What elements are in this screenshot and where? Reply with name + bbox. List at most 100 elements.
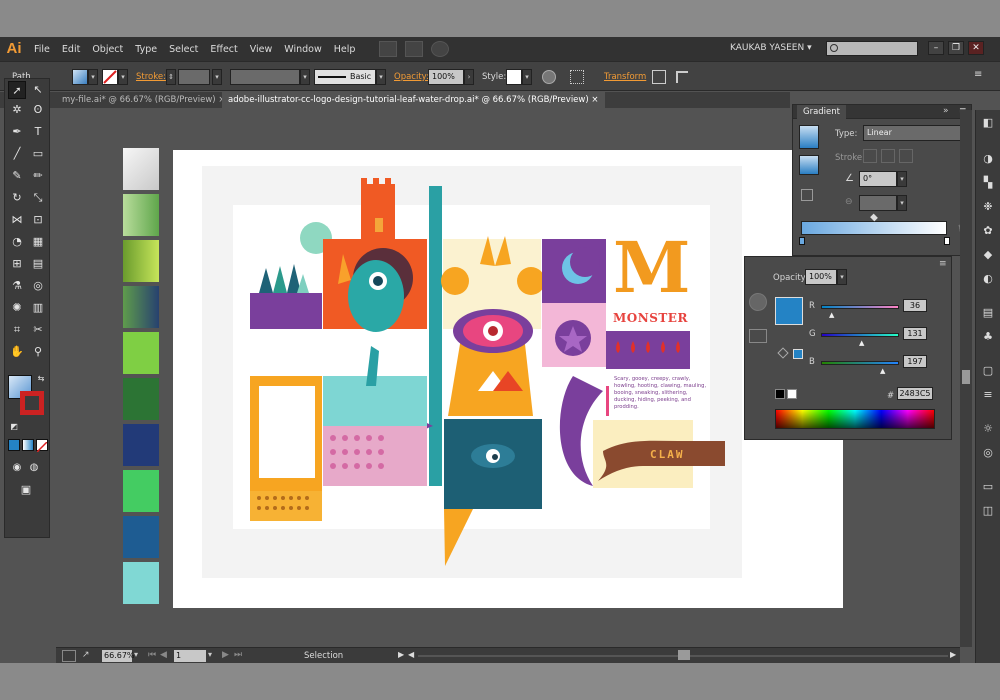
bridge-icon[interactable] <box>379 41 398 57</box>
control-bar-menu-icon[interactable]: ≡ <box>974 69 984 83</box>
stroke-weight-field[interactable] <box>178 69 210 85</box>
artboard-dropdown[interactable]: ▾ <box>208 650 212 659</box>
blend-tool-icon[interactable]: ◎ <box>29 277 47 295</box>
gradient-mode-icon[interactable] <box>22 439 34 451</box>
brushes-panel-icon[interactable]: ❉ <box>981 200 995 214</box>
align-panel-icon[interactable]: ▤ <box>981 306 995 320</box>
graphic-style-swatch[interactable] <box>506 69 522 85</box>
menu-view[interactable]: View <box>244 44 279 55</box>
menu-type[interactable]: Type <box>129 44 163 55</box>
menu-effect[interactable]: Effect <box>204 44 243 55</box>
swap-colors-icon[interactable]: ⇆ <box>35 373 47 385</box>
last-artboard-icon[interactable]: ⏭ <box>234 650 242 660</box>
opacity-label-link[interactable]: Opacity: <box>394 72 429 82</box>
lasso-tool-icon[interactable]: ʘ <box>29 101 47 119</box>
color-guide-panel-icon[interactable]: ◑ <box>981 152 995 166</box>
gradient-swatch-9[interactable] <box>123 516 159 558</box>
green-slider-thumb[interactable]: ▲ <box>859 339 864 347</box>
gradient-swatch-3[interactable] <box>123 240 159 282</box>
gradient-swatch-6[interactable] <box>123 378 159 420</box>
search-input[interactable] <box>826 41 918 56</box>
fill-stroke-toggle[interactable] <box>799 155 819 175</box>
gradient-type-select[interactable]: Linear <box>863 125 967 141</box>
column-graph-tool-icon[interactable]: ▥ <box>29 299 47 317</box>
graphic-styles-panel-icon[interactable]: ☼ <box>981 422 995 436</box>
close-icon[interactable]: × <box>591 95 598 105</box>
color-mode-icon[interactable] <box>8 439 20 451</box>
mesh-tool-icon[interactable]: ⊞ <box>8 255 26 273</box>
shape-builder-tool-icon[interactable]: ◔ <box>8 233 26 251</box>
stroke-panel-icon[interactable]: ≡ <box>981 388 995 402</box>
symbol-sprayer-tool-icon[interactable]: ✺ <box>8 299 26 317</box>
stroke-across-icon[interactable] <box>899 149 913 163</box>
stroke-weight-dropdown[interactable]: ▾ <box>212 69 222 85</box>
vertical-scroll-thumb[interactable] <box>962 370 970 384</box>
stroke-within-icon[interactable] <box>863 149 877 163</box>
stroke-label-link[interactable]: Stroke: <box>136 72 166 82</box>
previous-artboard-icon[interactable]: ◀ <box>160 650 167 660</box>
menu-help[interactable]: Help <box>328 44 362 55</box>
gradient-swatch-7[interactable] <box>123 424 159 466</box>
white-swatch[interactable] <box>787 389 797 399</box>
paintbrush-tool-icon[interactable]: ✎ <box>8 167 26 185</box>
scale-tool-icon[interactable]: ⤡ <box>29 189 47 207</box>
arrange-documents-icon[interactable] <box>405 41 424 57</box>
artboard-tool-icon[interactable]: ⌗ <box>8 321 26 339</box>
free-transform-tool-icon[interactable]: ⊡ <box>29 211 47 229</box>
transform-panel-icon[interactable]: ▢ <box>981 364 995 378</box>
screen-mode-icon[interactable]: ▣ <box>17 481 35 499</box>
slice-tool-icon[interactable]: ✂ <box>29 321 47 339</box>
color-guide-icon[interactable] <box>749 329 767 343</box>
links-panel-icon[interactable]: ▭ <box>981 480 995 494</box>
first-artboard-icon[interactable]: ⏮ <box>148 650 156 660</box>
draw-behind-icon[interactable]: ◍ <box>25 459 43 477</box>
none-mode-icon[interactable] <box>36 439 48 453</box>
stroke-color-box[interactable] <box>20 391 44 415</box>
scroll-left-arrow[interactable]: ◀ <box>408 650 414 659</box>
panel-menu-icon[interactable] <box>676 71 688 83</box>
stop-opacity-dropdown[interactable]: ▾ <box>837 269 847 285</box>
pen-tool-icon[interactable]: ✒ <box>8 123 26 141</box>
black-swatch[interactable] <box>775 389 785 399</box>
gradient-swatch-1[interactable] <box>123 148 159 190</box>
blue-slider[interactable] <box>821 361 899 365</box>
red-slider[interactable] <box>821 305 899 309</box>
pathfinder-panel-icon[interactable]: ♣ <box>981 330 995 344</box>
angle-field[interactable]: 0° <box>859 171 897 187</box>
menu-window[interactable]: Window <box>278 44 327 55</box>
artboard-navigation-icon[interactable] <box>62 650 76 662</box>
stroke-weight-stepper[interactable]: ⇕ <box>166 69 176 85</box>
fill-swatch[interactable] <box>72 69 88 85</box>
panel-menu-icon[interactable]: ≡ <box>939 259 947 269</box>
gradient-slider[interactable] <box>801 221 947 235</box>
symbols-panel-icon[interactable]: ✿ <box>981 224 995 238</box>
selection-tool-icon[interactable]: ➚ <box>8 81 26 99</box>
zoom-tool-icon[interactable]: ⚲ <box>29 343 47 361</box>
hex-value-field[interactable]: 2483C5 <box>897 387 933 400</box>
green-value-field[interactable]: 131 <box>903 327 927 340</box>
web-safe-swatch[interactable] <box>793 349 803 359</box>
next-artboard-icon[interactable]: ▶ <box>222 650 229 660</box>
line-tool-icon[interactable]: ╱ <box>8 145 26 163</box>
width-profile-dropdown[interactable]: ▾ <box>300 69 310 85</box>
align-icon[interactable] <box>570 70 584 84</box>
brush-definition[interactable]: Basic <box>314 69 376 85</box>
stroke-swatch[interactable] <box>102 69 118 85</box>
menu-select[interactable]: Select <box>163 44 204 55</box>
zoom-level-field[interactable]: 66.67% <box>102 650 135 662</box>
width-tool-icon[interactable]: ⋈ <box>8 211 26 229</box>
share-icon[interactable]: ↗ <box>82 650 96 662</box>
gradient-preview[interactable] <box>799 125 819 149</box>
stroke-along-icon[interactable] <box>881 149 895 163</box>
red-value-field[interactable]: 36 <box>903 299 927 312</box>
swatches-panel-icon[interactable]: ▚ <box>981 176 995 190</box>
opacity-field[interactable]: 100% <box>428 69 464 85</box>
rectangle-tool-icon[interactable]: ▭ <box>29 145 47 163</box>
default-colors-icon[interactable]: ◩ <box>8 421 20 433</box>
close-button[interactable]: ✕ <box>968 41 984 55</box>
out-of-gamut-icon[interactable] <box>777 347 789 359</box>
gradient-stop-right[interactable] <box>944 237 950 245</box>
draw-normal-icon[interactable]: ◉ <box>8 459 26 477</box>
collapse-panel-icon[interactable]: » <box>943 106 949 116</box>
green-slider[interactable] <box>821 333 899 337</box>
